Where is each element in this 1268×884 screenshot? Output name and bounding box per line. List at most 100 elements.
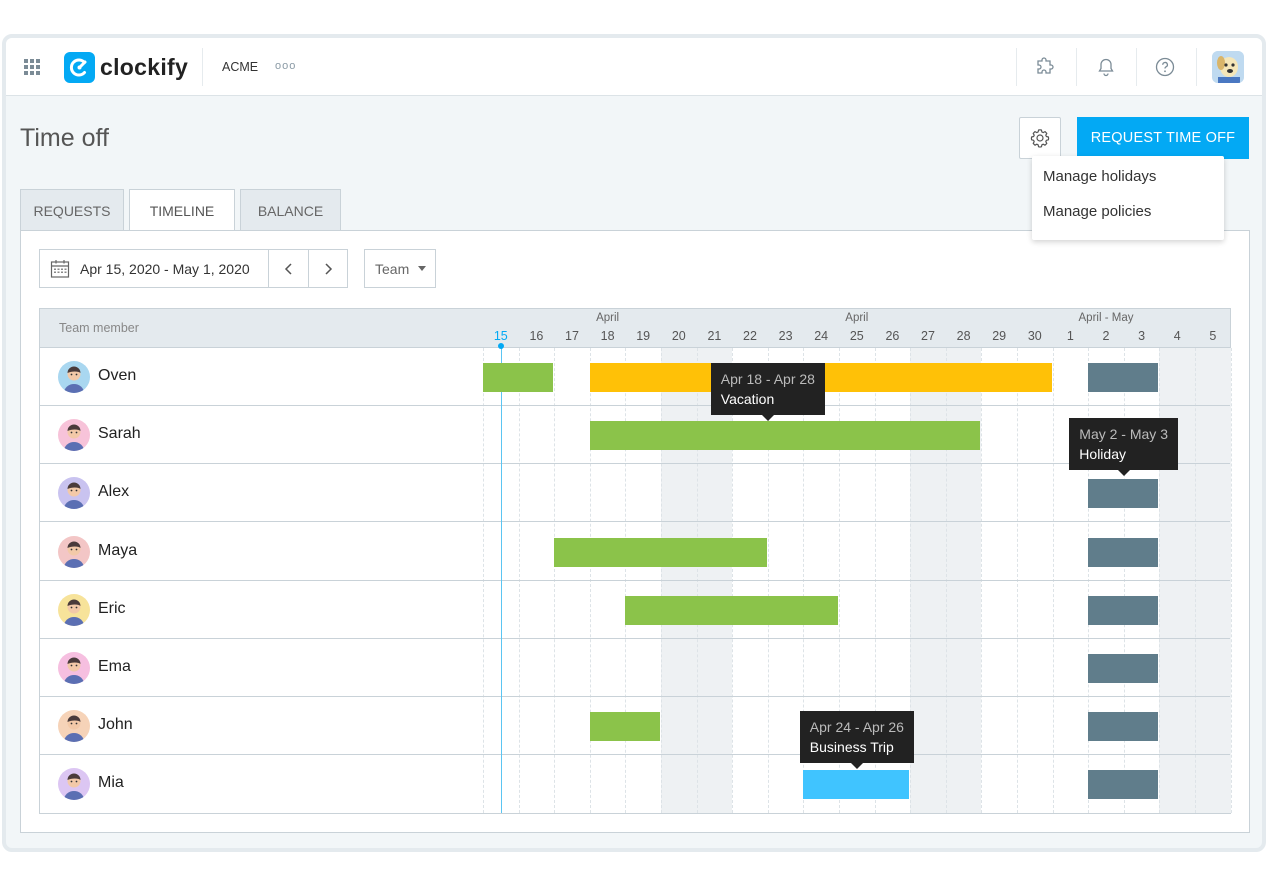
group-by-value: Team (375, 260, 410, 277)
day-label: 29 (992, 329, 1007, 343)
day-label: 1 (1066, 329, 1074, 343)
request-time-off-button[interactable]: REQUEST TIME OFF (1077, 117, 1249, 159)
calendar-icon (50, 259, 70, 278)
member-avatar[interactable] (58, 535, 90, 568)
day-label: 4 (1173, 329, 1181, 343)
member-avatar[interactable] (58, 768, 90, 801)
apps-grid-icon[interactable] (24, 59, 40, 75)
page-title: Time off (20, 124, 109, 152)
time-off-bar[interactable] (1088, 479, 1159, 509)
day-label: 22 (743, 329, 757, 343)
day-label: 3 (1138, 329, 1146, 343)
divider (1076, 48, 1077, 86)
day-label: 19 (636, 329, 651, 343)
tab-timeline[interactable]: TIMELINE (129, 189, 235, 232)
day-label: 17 (565, 329, 579, 343)
day-label: 20 (671, 329, 686, 343)
divider (1016, 48, 1017, 86)
member-name: Oven (98, 367, 137, 384)
time-off-bar[interactable] (1088, 654, 1159, 683)
puzzle-icon[interactable] (1035, 57, 1055, 77)
day-label: 18 (600, 329, 615, 343)
day-label: 30 (1027, 329, 1042, 343)
help-icon[interactable] (1155, 57, 1175, 77)
previous-range-button[interactable] (269, 250, 308, 287)
date-range-picker: Apr 15, 2020 - May 1, 2020 (39, 249, 348, 288)
tooltip-dates: May 2 - May 3 (1079, 426, 1168, 443)
divider (1196, 48, 1197, 86)
tab-requests[interactable]: REQUESTS (20, 189, 124, 231)
tab-balance[interactable]: BALANCE (240, 189, 341, 231)
member-avatar[interactable] (58, 710, 90, 743)
member-avatar[interactable] (58, 361, 90, 393)
day-label: 25 (849, 329, 864, 343)
date-range-field[interactable]: Apr 15, 2020 - May 1, 2020 (40, 250, 270, 287)
member-name: Ema (98, 658, 131, 675)
tooltip-dates: Apr 18 - Apr 28 (720, 371, 815, 387)
member-avatar[interactable] (58, 477, 90, 510)
member-row: Alex (40, 464, 1230, 523)
day-label: 24 (814, 329, 829, 343)
day-label: 5 (1209, 329, 1217, 343)
timeline-grid: Team member April April April - May 15 16 17 1… (39, 308, 1232, 814)
month-label: April (845, 312, 869, 324)
time-off-bar[interactable] (1088, 712, 1159, 742)
member-name: Maya (98, 541, 138, 559)
month-label: April (596, 312, 620, 324)
member-row: Ema (40, 639, 1230, 697)
settings-button[interactable] (1019, 117, 1061, 159)
divider (202, 48, 203, 86)
divider (1136, 48, 1137, 86)
caret-down-icon (418, 266, 427, 271)
workspace-menu[interactable]: ooo (275, 60, 296, 72)
manage-holidays-item[interactable]: Manage holidays (1032, 166, 1224, 201)
member-row: Mia (40, 755, 1230, 813)
team-member-header: Team member (59, 321, 139, 335)
member-avatar[interactable] (58, 419, 90, 452)
group-by-select[interactable]: Team (364, 249, 436, 288)
member-name: Sarah (98, 425, 141, 443)
time-off-bar[interactable] (1088, 770, 1159, 800)
chevron-left-icon (284, 262, 292, 275)
tooltip-label: Business Trip (809, 739, 894, 756)
clockify-logo-icon (64, 52, 95, 83)
time-off-bar[interactable] (1088, 537, 1159, 567)
next-range-button[interactable] (308, 250, 347, 287)
bell-icon[interactable] (1096, 57, 1116, 77)
gear-icon (1030, 129, 1050, 148)
day-gridline (1230, 348, 1232, 813)
member-name: Alex (98, 483, 130, 501)
tooltip-dates: Apr 24 - Apr 26 (809, 719, 904, 736)
today-line (500, 346, 502, 813)
time-off-bar[interactable] (803, 770, 910, 800)
timeline-panel: Apr 15, 2020 - May 1, 2020 Team Team mem… (20, 230, 1250, 833)
manage-policies-item[interactable]: Manage policies (1032, 201, 1224, 236)
bar-tooltip: May 2 - May 3 Holiday (1069, 418, 1178, 477)
day-label: 27 (921, 329, 935, 343)
timeline-header: Team member April April April - May 15 16 17 1… (40, 309, 1230, 348)
day-label: 21 (707, 329, 722, 343)
time-off-bar[interactable] (589, 421, 981, 451)
clockify-logo[interactable]: clockify (64, 52, 188, 83)
member-avatar[interactable] (58, 652, 90, 684)
workspace-name[interactable]: ACME (222, 60, 258, 74)
top-bar: clockify ACME ooo (6, 38, 1262, 96)
bar-tooltip: Apr 18 - Apr 28 Vacation (710, 363, 825, 421)
date-range-text: Apr 15, 2020 - May 1, 2020 (80, 260, 250, 277)
member-avatar[interactable] (58, 593, 90, 626)
user-avatar[interactable] (1212, 51, 1244, 83)
time-off-bar[interactable] (483, 363, 554, 392)
time-off-bar[interactable] (554, 537, 767, 567)
chevron-right-icon (325, 262, 333, 275)
time-off-bar[interactable] (1088, 363, 1159, 392)
brand-name: clockify (100, 54, 189, 80)
tooltip-label: Holiday (1079, 446, 1126, 463)
time-off-bar[interactable] (625, 595, 838, 625)
bar-tooltip: Apr 24 - Apr 26 Business Trip (799, 711, 914, 770)
month-label: April - May (1078, 312, 1134, 324)
time-off-bar[interactable] (589, 712, 660, 742)
time-off-bar[interactable] (1088, 595, 1159, 625)
member-name: Mia (98, 774, 124, 792)
day-label: 16 (529, 329, 544, 343)
member-name: Eric (98, 599, 126, 617)
